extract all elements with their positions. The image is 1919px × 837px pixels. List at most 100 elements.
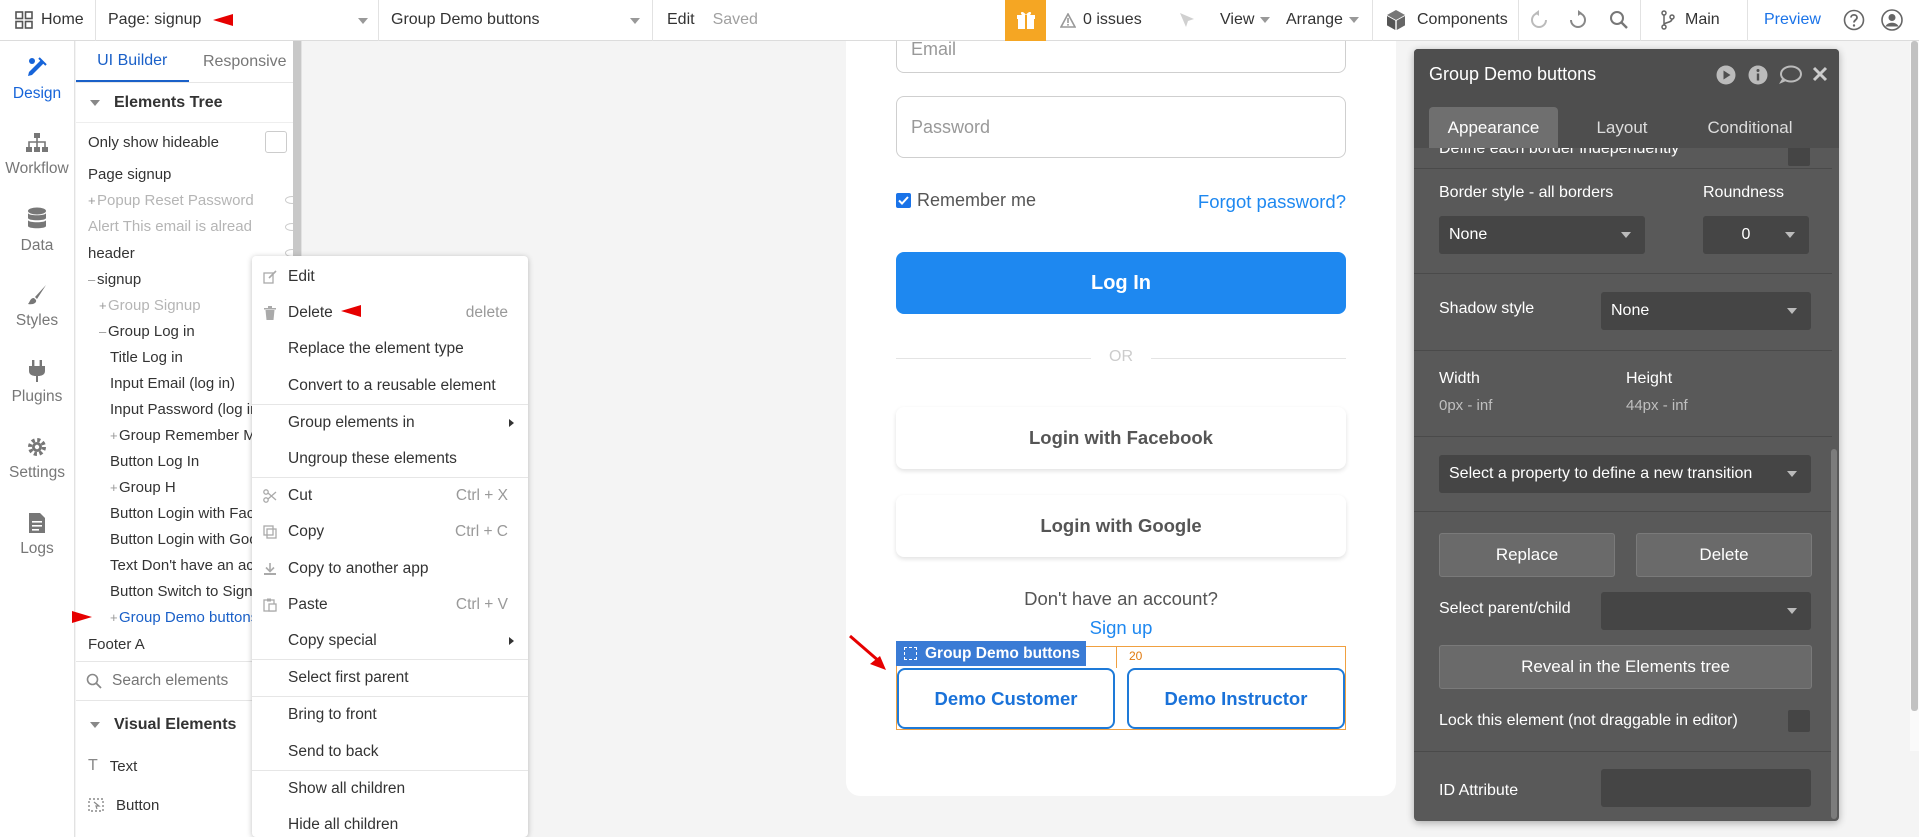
- group-selection-tag[interactable]: Group Demo buttons: [896, 641, 1086, 666]
- page-selector[interactable]: Page: signup: [95, 0, 378, 41]
- gift-button[interactable]: [1005, 0, 1046, 41]
- components-button[interactable]: Components: [1372, 0, 1518, 41]
- context-menu-item[interactable]: Convert to a reusable element: [252, 368, 528, 404]
- only-hideable-toggle[interactable]: Only show hideable: [76, 123, 301, 161]
- search-button[interactable]: [1598, 0, 1640, 41]
- forgot-password-link[interactable]: Forgot password?: [1198, 191, 1346, 213]
- rail-item-settings[interactable]: Settings: [0, 421, 74, 497]
- preview-button[interactable]: Preview: [1747, 0, 1835, 41]
- border-independent-checkbox[interactable]: [1788, 148, 1810, 166]
- play-icon[interactable]: [1716, 65, 1736, 85]
- comment-icon[interactable]: [1778, 65, 1802, 85]
- context-menu-item[interactable]: Paste Ctrl + V: [252, 587, 528, 623]
- tree-item[interactable]: + Popup Reset Password: [76, 187, 301, 213]
- redo-button[interactable]: [1558, 0, 1598, 41]
- tab-ui-builder[interactable]: UI Builder: [76, 41, 189, 82]
- context-menu-item[interactable]: Delete delete: [252, 295, 528, 331]
- context-menu-item[interactable]: Bring to front: [252, 697, 528, 733]
- undo-button[interactable]: [1518, 0, 1558, 41]
- close-icon[interactable]: [1812, 66, 1828, 82]
- issues-indicator[interactable]: 0 issues: [1046, 0, 1162, 41]
- inspect-cursor-button[interactable]: [1162, 0, 1212, 41]
- arrange-menu[interactable]: Arrange: [1278, 0, 1372, 41]
- edit-label[interactable]: Edit: [667, 11, 695, 29]
- demo-customer-button[interactable]: Demo Customer: [897, 668, 1115, 729]
- tree-item[interactable]: Page signup: [76, 161, 301, 187]
- context-menu-item[interactable]: Show all children: [252, 771, 528, 807]
- canvas-scrollbar-thumb[interactable]: [1911, 41, 1918, 711]
- elements-tree-header[interactable]: Elements Tree: [76, 83, 301, 123]
- shadow-style-dropdown[interactable]: None: [1601, 292, 1811, 330]
- home-button[interactable]: Home: [0, 0, 95, 41]
- rail-item-plugins[interactable]: Plugins: [0, 345, 74, 421]
- tree-item-label: header: [88, 244, 135, 262]
- context-menu-item[interactable]: Group elements in: [252, 405, 528, 441]
- rail-item-data[interactable]: Data: [0, 193, 74, 269]
- panel-tabs: UI Builder Responsive: [76, 41, 301, 83]
- context-menu-shortcut: Ctrl + X: [455, 487, 508, 505]
- expand-icon[interactable]: +: [99, 298, 108, 313]
- expand-icon[interactable]: +: [88, 193, 97, 208]
- email-field[interactable]: Email: [896, 41, 1346, 73]
- collapse-icon[interactable]: –: [88, 272, 97, 287]
- expand-icon[interactable]: +: [110, 610, 119, 625]
- context-menu-item[interactable]: Edit: [252, 259, 528, 295]
- tree-item-label: Page signup: [88, 165, 172, 183]
- tree-item-label: Button Login with Face: [110, 504, 263, 522]
- help-button[interactable]: [1835, 0, 1873, 41]
- context-menu-item[interactable]: Copy special: [252, 623, 528, 659]
- chevron-down-icon: [1348, 17, 1359, 23]
- only-hideable-checkbox[interactable]: [265, 131, 287, 153]
- context-menu-item[interactable]: Cut Ctrl + X: [252, 478, 528, 514]
- lock-element-checkbox[interactable]: [1788, 710, 1810, 732]
- info-icon[interactable]: [1748, 65, 1768, 85]
- demo-instructor-button[interactable]: Demo Instructor: [1127, 668, 1345, 729]
- signup-link[interactable]: Sign up: [846, 617, 1396, 639]
- login-button[interactable]: Log In: [896, 252, 1346, 314]
- tab-layout[interactable]: Layout: [1558, 107, 1686, 148]
- rail-item-styles[interactable]: Styles: [0, 269, 74, 345]
- chevron-down-icon: [358, 17, 368, 24]
- id-attribute-input[interactable]: [1601, 769, 1811, 807]
- context-menu-label: Edit: [288, 268, 315, 286]
- account-button[interactable]: [1873, 0, 1911, 41]
- tab-conditional[interactable]: Conditional: [1686, 107, 1814, 148]
- context-menu-item[interactable]: Select first parent: [252, 660, 528, 696]
- expand-icon[interactable]: +: [110, 428, 119, 443]
- rail-item-logs[interactable]: Logs: [0, 497, 74, 573]
- rail-item-workflow[interactable]: Workflow: [0, 117, 74, 193]
- border-style-dropdown[interactable]: None: [1439, 216, 1645, 254]
- transition-dropdown[interactable]: Select a property to define a new transi…: [1439, 455, 1811, 493]
- context-menu-item[interactable]: Copy Ctrl + C: [252, 514, 528, 550]
- tab-appearance[interactable]: Appearance: [1429, 107, 1558, 148]
- remember-me-checkbox[interactable]: Remember me: [896, 190, 1036, 211]
- rail-item-design[interactable]: Design: [0, 41, 74, 117]
- roundness-dropdown[interactable]: 0: [1703, 216, 1809, 254]
- context-menu-item[interactable]: Ungroup these elements: [252, 441, 528, 477]
- context-menu-item[interactable]: Send to back: [252, 733, 528, 769]
- context-menu-item[interactable]: Replace the element type: [252, 331, 528, 367]
- workflow-icon: [25, 132, 49, 154]
- tree-item-label: Group Remember Me: [119, 426, 265, 444]
- expand-icon[interactable]: +: [110, 480, 119, 495]
- login-with-google-button[interactable]: Login with Google: [896, 495, 1346, 557]
- tree-item-label: Button Login with Goo: [110, 530, 258, 548]
- login-with-facebook-button[interactable]: Login with Facebook: [896, 407, 1346, 469]
- canvas-scrollbar[interactable]: [1910, 41, 1919, 751]
- replace-button[interactable]: Replace: [1439, 533, 1615, 577]
- property-panel-scrollbar[interactable]: [1831, 449, 1837, 819]
- property-editor-header[interactable]: Group Demo buttons: [1414, 49, 1839, 99]
- context-menu-item[interactable]: Copy to another app: [252, 551, 528, 587]
- branch-selector[interactable]: Main: [1640, 0, 1747, 41]
- reveal-in-tree-button[interactable]: Reveal in the Elements tree: [1439, 645, 1812, 689]
- search-elements-input[interactable]: [112, 672, 272, 690]
- password-field[interactable]: Password: [896, 96, 1346, 158]
- tab-responsive[interactable]: Responsive: [189, 41, 302, 82]
- context-menu-item[interactable]: Hide all children: [252, 807, 528, 837]
- delete-button[interactable]: Delete: [1636, 533, 1812, 577]
- element-selector[interactable]: Group Demo buttons: [378, 0, 652, 41]
- tree-item[interactable]: Alert This email is alread: [76, 213, 301, 240]
- view-menu[interactable]: View: [1212, 0, 1278, 41]
- collapse-icon[interactable]: –: [99, 324, 108, 339]
- parent-child-dropdown[interactable]: [1601, 592, 1811, 630]
